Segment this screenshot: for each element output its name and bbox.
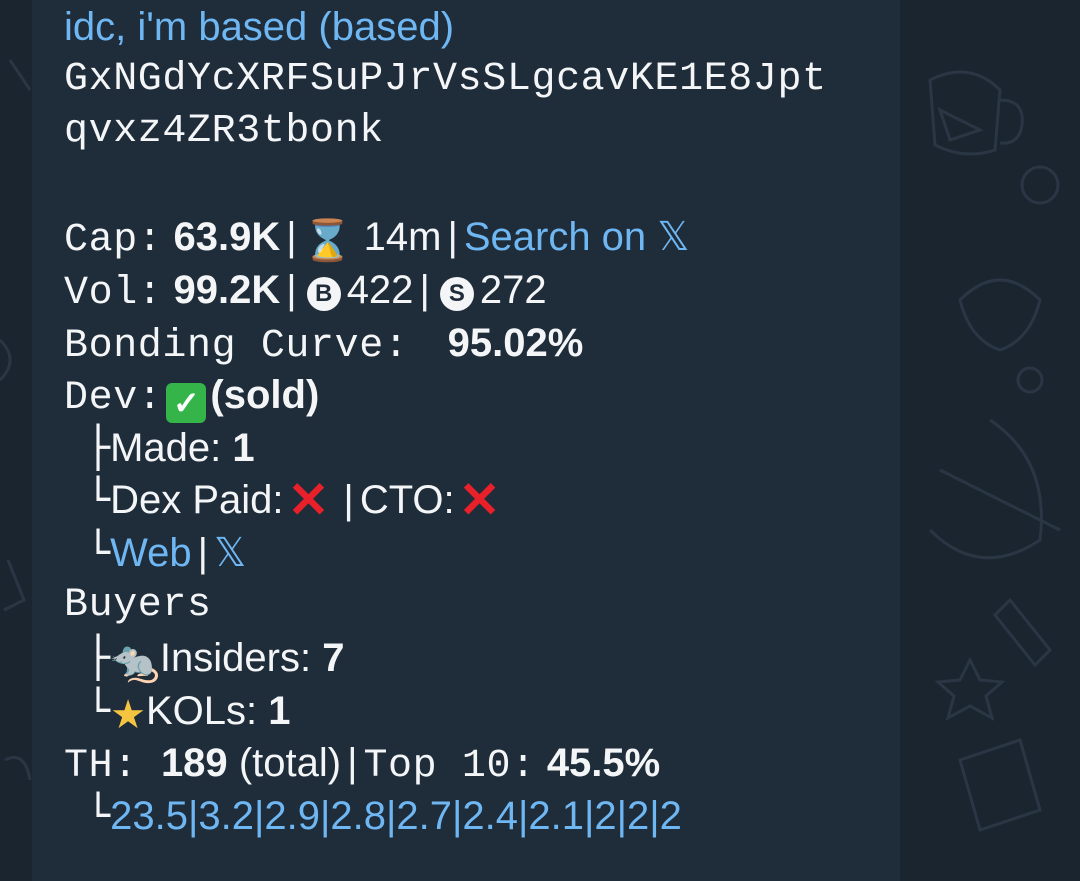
holder-link[interactable]: 2 [594, 794, 616, 838]
search-on-x-link[interactable]: Search on 𝕏 [464, 215, 690, 259]
cto-label: CTO: [359, 478, 455, 523]
holder-separator: | [187, 793, 199, 838]
holder-separator: | [319, 793, 331, 838]
top10-label: Top 10: [363, 744, 536, 790]
holders-list: 23.5|3.2|2.9|2.8|2.7|2.4|2.1|2|2|2 [110, 794, 682, 838]
dev-made-row: ├Made: 1 [64, 422, 900, 475]
holders-row: └23.5|3.2|2.9|2.8|2.7|2.4|2.1|2|2|2 [64, 790, 900, 843]
holder-link[interactable]: 23.5 [110, 794, 188, 838]
vol-value: 99.2K [173, 267, 281, 312]
dev-paid-row: └Dex Paid:✕ | CTO:✕ [64, 474, 900, 527]
made-value: 1 [232, 425, 255, 470]
top10-value: 45.5% [546, 741, 661, 786]
holder-link[interactable]: 3.2 [198, 794, 254, 838]
holder-separator: | [451, 793, 463, 838]
tree-branch: ├ [86, 635, 111, 682]
th-row: TH: 189 (total) | Top 10: 45.5% [64, 737, 900, 790]
buy-circle-icon: B [306, 276, 341, 311]
x-link[interactable]: 𝕏 [214, 531, 246, 575]
holder-link[interactable]: 2.9 [264, 794, 320, 838]
token-age: 14m [363, 215, 442, 260]
buyers-label: Buyers [64, 582, 212, 628]
check-mark-icon: ✓ [166, 383, 207, 424]
insiders-value: 7 [322, 636, 345, 681]
separator: | [197, 530, 209, 575]
token-address-line-1[interactable]: GxNGdYcXRFSuPJrVsSLgcavKE1E8Jpt [64, 54, 900, 107]
token-title[interactable]: idc, i'm based (based) [64, 1, 900, 54]
th-label: TH: [64, 744, 138, 790]
th-total-value: 189 [160, 741, 228, 786]
sell-circle-icon: S [439, 276, 474, 311]
holder-separator: | [616, 793, 627, 838]
kols-value: 1 [268, 688, 291, 733]
cross-mark-icon: ✕ [458, 472, 501, 529]
made-label: Made: [110, 425, 222, 470]
holder-link[interactable]: 2 [627, 794, 649, 838]
cross-mark-icon: ✕ [287, 472, 330, 529]
holder-link[interactable]: 2 [660, 794, 682, 838]
cap-value: 63.9K [173, 215, 281, 260]
holder-separator: | [253, 793, 265, 838]
vol-label: Vol: [64, 270, 163, 316]
holder-separator: | [517, 793, 529, 838]
holder-link[interactable]: 2.7 [396, 794, 452, 838]
sell-count: 272 [479, 267, 547, 312]
dev-status: (sold) [210, 373, 320, 418]
separator: | [343, 478, 354, 523]
holder-separator: | [385, 793, 397, 838]
glowing-star-icon: ★ [110, 691, 146, 738]
separator: | [419, 267, 430, 312]
holder-link[interactable]: 2.1 [528, 794, 584, 838]
hourglass-icon: ⌛ [302, 218, 353, 265]
token-address-line-2[interactable]: qvxz4ZR3tbonk [64, 106, 900, 159]
kols-label: KOLs: [145, 688, 258, 733]
separator: | [286, 215, 297, 260]
tree-branch: ├ [86, 424, 111, 471]
dev-label: Dev: [64, 376, 163, 422]
dex-paid-label: Dex Paid: [110, 478, 284, 523]
holder-link[interactable]: 2.8 [330, 794, 386, 838]
buy-count: 422 [346, 267, 414, 312]
cap-label: Cap: [64, 218, 163, 264]
bonding-label: Bonding Curve: [64, 323, 409, 369]
tree-branch-end: └ [86, 687, 111, 734]
holder-separator: | [583, 793, 595, 838]
separator: | [447, 215, 458, 260]
tree-branch-end: └ [86, 477, 111, 524]
insiders-label: Insiders: [159, 636, 312, 681]
th-total-suffix: (total) [238, 741, 342, 786]
dev-row: Dev: ✓ (sold) [64, 369, 900, 424]
message-bubble: idc, i'm based (based) GxNGdYcXRFSuPJrVs… [32, 0, 900, 881]
holder-separator: | [649, 793, 660, 838]
holder-link[interactable]: 2.4 [462, 794, 518, 838]
tree-branch-end: └ [86, 529, 111, 576]
tree-branch-end: └ [86, 792, 111, 839]
rat-icon: 🐀 [110, 639, 160, 686]
separator: | [286, 267, 297, 312]
separator: | [347, 741, 358, 786]
web-link[interactable]: Web [110, 531, 192, 575]
insiders-row: ├🐀Insiders: 7 [64, 632, 900, 685]
kols-row: └★KOLs: 1 [64, 685, 900, 738]
dev-links-row: └Web | 𝕏 [64, 527, 900, 580]
cap-row: Cap: 63.9K | ⌛ 14m | Search on 𝕏 [64, 211, 900, 264]
bonding-row: Bonding Curve: 95.02% [64, 317, 900, 370]
bonding-value: 95.02% [447, 320, 584, 365]
vol-row: Vol: 99.2K | B 422 | S 272 [64, 264, 900, 317]
